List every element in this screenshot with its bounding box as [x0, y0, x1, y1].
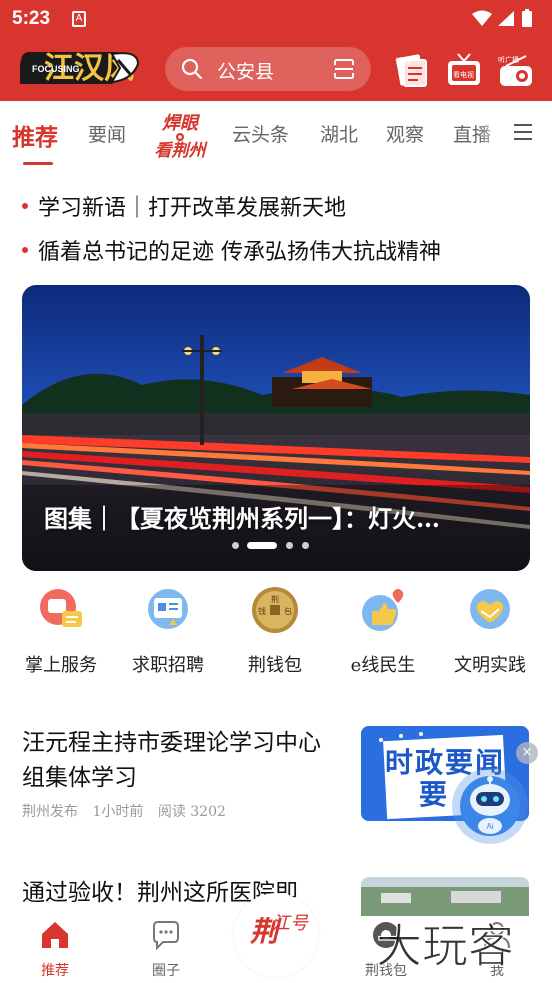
article-title[interactable]: 汪元程主持市委理论学习中心组集体学习	[22, 726, 337, 796]
service-label: 文明实践	[454, 655, 526, 676]
tab-cloud-headline[interactable]: 云头条	[232, 120, 289, 147]
article-meta: 荆州发布 1小时前 阅读 3202	[22, 801, 236, 821]
service-label: e线民生	[350, 655, 416, 676]
nav-center-jingjianghao[interactable]: 荆 江号	[234, 893, 318, 977]
tab-observe[interactable]: 观察	[386, 120, 424, 147]
service-label: 掌上服务	[25, 655, 97, 676]
headline-text: 循着总书记的足迹 传承弘扬伟大抗战精神	[38, 240, 441, 265]
watch-tv-icon[interactable]: 看电视	[444, 50, 484, 90]
tab-hubei[interactable]: 湖北	[320, 120, 358, 147]
svg-text:Ai: Ai	[486, 822, 493, 831]
service-livelihood[interactable]: e线民生	[328, 585, 438, 677]
tab-focus-jingzhou[interactable]: 焊眼 看荆州	[151, 109, 209, 159]
svg-text:看荆州: 看荆州	[155, 141, 209, 159]
search-bar[interactable]: 公安县	[165, 47, 371, 91]
bullet-dot	[22, 247, 28, 253]
status-bar: 5:23 A	[0, 0, 552, 38]
bullet-dot	[22, 203, 28, 209]
headline-item[interactable]: 循着总书记的足迹 传承弘扬伟大抗战精神	[22, 234, 441, 266]
search-input[interactable]: 公安县	[217, 57, 274, 84]
coin-wallet-icon: 荆 钱 包	[252, 587, 298, 633]
channel-tabs: 推荐 要闻 焊眼 看荆州 云头条 湖北 观察 直播	[0, 101, 552, 167]
svg-text:包: 包	[284, 606, 292, 616]
carousel-dot	[232, 542, 239, 549]
article-reads: 阅读 3202	[157, 804, 226, 820]
svg-text:荆: 荆	[271, 594, 279, 604]
nav-circle[interactable]: 圈子	[121, 916, 211, 983]
nav-home[interactable]: 推荐	[10, 916, 100, 983]
headline-text: 学习新语｜打开改革发展新天地	[38, 196, 347, 221]
notification-icon: A	[72, 11, 86, 27]
heart-thumb-icon	[362, 589, 404, 631]
svg-text:读报: 读报	[395, 56, 411, 66]
headline-item[interactable]: 学习新语｜打开改革发展新天地	[22, 190, 346, 222]
system-status-icons	[472, 9, 532, 27]
search-icon	[181, 58, 203, 80]
read-paper-icon[interactable]: 读报	[392, 50, 432, 90]
service-label: 荆钱包	[248, 655, 302, 676]
service-label: 求职招聘	[132, 655, 204, 676]
jingjianghao-logo-icon: 荆 江号	[250, 913, 309, 948]
close-icon[interactable]: ×	[516, 742, 538, 764]
service-wallet[interactable]: 荆 钱 包 荆钱包	[220, 585, 330, 677]
scan-icon[interactable]	[333, 58, 355, 80]
article-time: 1小时前	[92, 804, 144, 820]
service-palm[interactable]: 掌上服务	[6, 585, 116, 677]
battery-icon	[522, 11, 532, 27]
ai-assistant-icon[interactable]: Ai	[450, 762, 530, 846]
svg-text:焊眼: 焊眼	[161, 113, 201, 134]
svg-text:钱: 钱	[258, 606, 266, 616]
app-header: 5:23 A 江汉风 FOCUSING 公安县 读报 看电视 听广播	[0, 0, 552, 101]
service-jobs[interactable]: 求职招聘	[113, 585, 223, 677]
status-time: 5:23	[12, 8, 51, 29]
svg-text:江号: 江号	[272, 913, 309, 934]
service-civilization[interactable]: 文明实践	[435, 585, 545, 677]
tab-news[interactable]: 要闻	[88, 120, 126, 147]
chat-bubble-icon	[153, 921, 179, 951]
banner-caption: 图集｜【夏夜览荆州系列一】：灯火…	[44, 504, 440, 533]
signal-icon	[498, 11, 514, 26]
menu-icon[interactable]	[512, 121, 534, 143]
carousel-dot	[286, 542, 293, 549]
tab-recommend[interactable]: 推荐	[12, 118, 58, 152]
svg-text:要: 要	[419, 778, 447, 811]
nav-label: 圈子	[152, 963, 180, 979]
svg-text:听广播: 听广播	[498, 55, 519, 64]
article-thumbnail[interactable]	[361, 877, 529, 917]
palm-service-icon	[40, 589, 82, 627]
nav-label: 推荐	[41, 963, 69, 979]
app-logo[interactable]: 江汉风 FOCUSING	[17, 46, 144, 90]
carousel-dot	[302, 542, 309, 549]
listen-radio-icon[interactable]: 听广播	[496, 50, 536, 90]
active-tab-indicator	[23, 162, 53, 165]
watermark-logo: 大玩客	[375, 918, 514, 973]
banner-carousel[interactable]: 图集｜【夏夜览荆州系列一】：灯火…	[22, 285, 530, 571]
svg-text:FOCUSING: FOCUSING	[32, 64, 80, 74]
job-recruit-icon	[148, 589, 188, 629]
svg-text:大玩客: 大玩客	[376, 919, 514, 973]
home-icon	[42, 922, 68, 948]
carousel-dot-active	[247, 542, 277, 549]
article-source: 荆州发布	[22, 804, 78, 820]
handshake-heart-icon	[470, 589, 510, 629]
svg-text:看电视: 看电视	[453, 70, 474, 79]
wifi-icon	[472, 10, 492, 26]
